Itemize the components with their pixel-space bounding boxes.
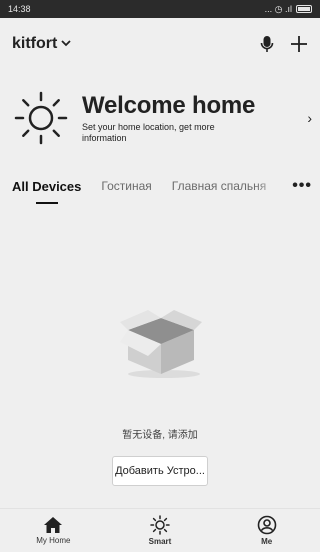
- empty-box-icon: [120, 310, 202, 378]
- nav-label-my-home: My Home: [36, 536, 71, 545]
- nav-me[interactable]: Me: [213, 509, 320, 552]
- nav-smart[interactable]: Smart: [107, 509, 214, 552]
- tab-living-room[interactable]: Гостиная: [101, 179, 151, 193]
- user-icon: [257, 515, 276, 535]
- sun-icon: [14, 91, 68, 145]
- more-icon[interactable]: •••: [292, 177, 312, 195]
- microphone-icon[interactable]: [260, 35, 274, 53]
- signal-wifi-icon: ... ◷ .ıl: [264, 3, 292, 14]
- status-icons: ... ◷ .ıl: [265, 4, 312, 15]
- home-icon: [44, 517, 63, 533]
- nav-label-me: Me: [261, 537, 273, 546]
- welcome-subtitle: Set your home location, get more informa…: [82, 122, 215, 143]
- sun-icon: [150, 515, 170, 535]
- home-name: kitfort: [12, 35, 58, 52]
- welcome-title: Welcome home: [82, 92, 256, 119]
- tab-all-devices[interactable]: All Devices: [12, 179, 81, 194]
- nav-label-smart: Smart: [148, 537, 172, 546]
- top-bar: kitfort: [0, 18, 320, 70]
- chevron-down-icon: [61, 38, 71, 50]
- room-tabs: All Devices Гостиная Главная спальня •••: [0, 168, 320, 204]
- tab-main-bedroom[interactable]: Главная спальня: [172, 179, 267, 193]
- status-bar: 14:38 ... ◷ .ıl: [0, 0, 320, 18]
- welcome-card[interactable]: Welcome home Set your home location, get…: [12, 82, 312, 154]
- nav-my-home[interactable]: My Home: [0, 509, 107, 552]
- bottom-nav: My Home Smart Me: [0, 508, 320, 552]
- status-time: 14:38: [8, 4, 31, 14]
- home-selector[interactable]: kitfort: [12, 35, 71, 53]
- battery-icon: [296, 5, 312, 13]
- tabs-fade: [254, 168, 294, 204]
- empty-message: 暂无设备, 请添加: [122, 430, 198, 441]
- chevron-right-icon: ›: [307, 110, 312, 126]
- plus-icon[interactable]: [290, 35, 308, 53]
- add-device-button[interactable]: Добавить Устро...: [112, 456, 208, 486]
